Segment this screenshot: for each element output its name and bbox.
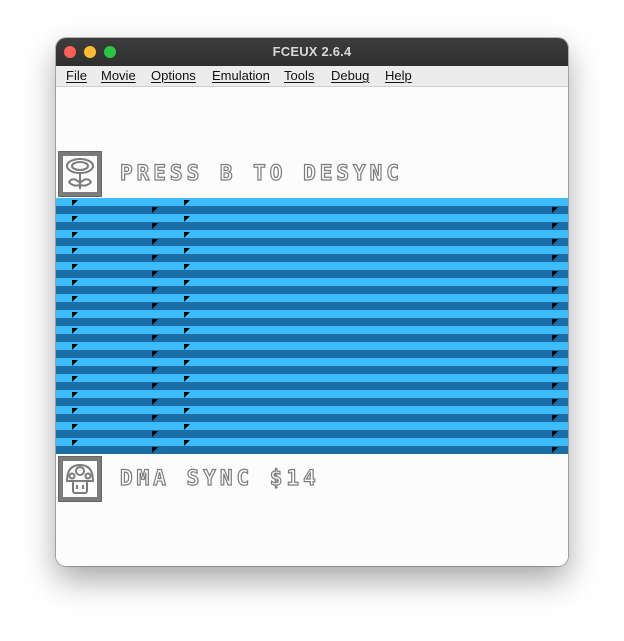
scanline-stripes [56,198,568,454]
sync-marker [184,200,190,206]
sync-marker [552,399,558,405]
sync-marker [184,424,190,430]
sync-marker [72,216,78,222]
sync-marker [552,223,558,229]
sync-marker [72,424,78,430]
sync-marker [184,392,190,398]
sync-marker [552,431,558,437]
menu-tools[interactable]: Tools [284,68,314,83]
sync-marker [152,255,158,261]
sync-marker [72,344,78,350]
sync-marker [184,408,190,414]
sync-marker [72,440,78,446]
sync-marker [72,392,78,398]
emulator-window: FCEUX 2.6.4 File Movie Options Emulation… [56,38,568,566]
sync-marker [152,223,158,229]
dma-sync-message: DMA SYNC $14 [119,465,320,490]
sync-marker [72,280,78,286]
sync-marker [552,239,558,245]
sync-marker [552,271,558,277]
sync-marker [72,408,78,414]
sync-marker [552,287,558,293]
sync-marker [184,296,190,302]
sync-marker [552,207,558,213]
sync-marker [72,376,78,382]
sync-marker [552,447,558,453]
sync-marker [552,303,558,309]
sync-marker [184,440,190,446]
sync-marker [72,296,78,302]
sync-marker [72,248,78,254]
sync-marker [152,271,158,277]
sync-marker [72,264,78,270]
window-title: FCEUX 2.6.4 [272,44,352,59]
sync-marker [72,312,78,318]
sync-marker [552,383,558,389]
menu-file[interactable]: File [66,68,87,83]
sync-marker [152,335,158,341]
sync-marker [184,360,190,366]
sync-marker [552,319,558,325]
sync-marker [152,303,158,309]
sync-marker [552,335,558,341]
sync-marker [72,328,78,334]
menu-options[interactable]: Options [151,68,196,83]
menu-bar: File Movie Options Emulation Tools Debug… [56,66,568,87]
sync-marker [552,351,558,357]
sync-marker [152,431,158,437]
game-screen[interactable]: PRESS B TO DESYNC DMA SYNC $14 [56,87,568,566]
sync-marker [72,360,78,366]
sync-marker [184,248,190,254]
sync-marker [152,239,158,245]
sync-marker [184,232,190,238]
sync-marker [552,415,558,421]
mushroom-icon [58,456,102,502]
sync-marker [552,255,558,261]
sync-marker [184,216,190,222]
sync-marker [184,280,190,286]
sync-marker [152,447,158,453]
menu-movie[interactable]: Movie [101,68,136,83]
sync-marker [184,344,190,350]
sync-marker [184,264,190,270]
sync-marker [152,319,158,325]
press-b-message: PRESS B TO DESYNC [119,160,403,185]
sync-marker [152,287,158,293]
menu-help[interactable]: Help [385,68,412,83]
sync-marker [152,383,158,389]
title-bar: FCEUX 2.6.4 [56,38,568,66]
sync-marker [552,367,558,373]
fire-flower-icon [58,151,102,197]
menu-debug[interactable]: Debug [331,68,369,83]
menu-emulation[interactable]: Emulation [212,68,270,83]
sync-marker [72,232,78,238]
sync-marker [152,367,158,373]
sync-marker [184,328,190,334]
sync-marker [152,351,158,357]
sync-marker [184,312,190,318]
sync-marker [152,207,158,213]
sync-marker [152,399,158,405]
sync-marker [184,376,190,382]
sync-marker [72,200,78,206]
sync-marker [152,415,158,421]
